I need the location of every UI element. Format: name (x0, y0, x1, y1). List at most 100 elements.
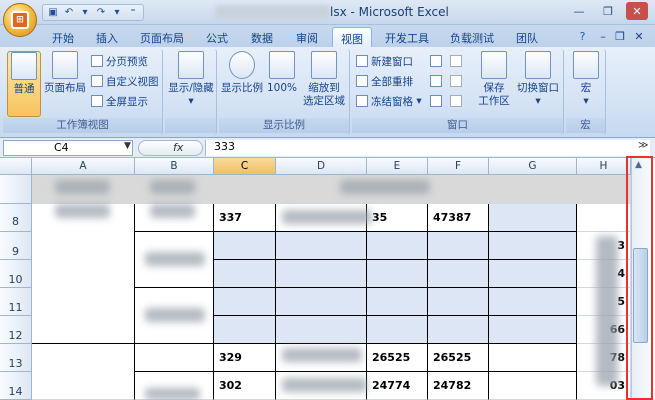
customize-icon[interactable]: ⁼ (126, 6, 140, 19)
tab-page-layout[interactable]: 页面布局 (132, 27, 192, 47)
header-row-band[interactable] (32, 175, 631, 204)
cell-c14[interactable]: 302 (214, 372, 276, 400)
tab-team[interactable]: 团队 (508, 27, 546, 47)
cell-c12[interactable] (214, 316, 276, 344)
cell-e10[interactable] (367, 260, 428, 288)
row-header-12[interactable]: 12 (0, 316, 32, 344)
tab-home[interactable]: 开始 (44, 27, 82, 47)
cell-d11[interactable] (276, 288, 367, 316)
restore-icon[interactable]: ❐ (597, 2, 619, 20)
custom-views-button[interactable]: 自定义视图 (91, 73, 159, 89)
cell-d12[interactable] (276, 316, 367, 344)
cell-d10[interactable] (276, 260, 367, 288)
unhide-window-icon[interactable] (430, 93, 445, 109)
cell-c10[interactable] (214, 260, 276, 288)
cell-c8[interactable]: 337 (214, 204, 276, 232)
save-icon[interactable]: ▣ (46, 6, 60, 19)
cell-g12[interactable] (489, 316, 577, 344)
split-icon[interactable] (430, 53, 445, 69)
column-header-c[interactable]: C (214, 158, 276, 175)
row-header-13[interactable]: 13 (0, 344, 32, 372)
cell-f8[interactable]: 47387 (428, 204, 489, 232)
cell-g10[interactable] (489, 260, 577, 288)
column-header-d[interactable]: D (276, 158, 367, 175)
close-icon[interactable]: ✕ (626, 2, 648, 20)
tab-review[interactable]: 审阅 (288, 27, 326, 47)
freeze-panes-button[interactable]: 冻结窗格 ▾ (356, 93, 422, 109)
tab-developer[interactable]: 开发工具 (378, 27, 436, 47)
tab-view[interactable]: 视图 (332, 27, 372, 47)
cell-g11[interactable] (489, 288, 577, 316)
row-header-14[interactable]: 14 (0, 372, 32, 400)
cell-e14[interactable]: 24774 (367, 372, 428, 400)
help-icon[interactable]: ? (575, 27, 590, 47)
synchronous-scrolling-icon[interactable] (450, 73, 465, 89)
cell-g14[interactable] (489, 372, 577, 400)
tab-insert[interactable]: 插入 (88, 27, 126, 47)
cell-f10[interactable] (428, 260, 489, 288)
office-button[interactable]: ⊞ (3, 3, 37, 37)
ribbon-close-icon[interactable]: ✕ (633, 27, 645, 47)
switch-windows-button[interactable]: 切换窗口 ▾ (514, 51, 562, 108)
ribbon-minimize-icon[interactable]: – (597, 27, 609, 47)
cell-g9[interactable] (489, 232, 577, 260)
column-header-b[interactable]: B (135, 158, 214, 175)
cell-e8[interactable]: 35 (367, 204, 428, 232)
ribbon-restore-icon[interactable]: ❐ (614, 27, 626, 47)
name-box-dropdown-icon[interactable]: ▼ (124, 141, 131, 151)
cell-f13[interactable]: 26525 (428, 344, 489, 372)
full-screen-button[interactable]: 全屏显示 (91, 93, 148, 109)
expand-formula-icon[interactable]: ≫ (638, 140, 648, 151)
column-header-f[interactable]: F (428, 158, 489, 175)
zoom-to-selection-button[interactable]: 缩放到 选定区域 (301, 51, 347, 108)
tab-data[interactable]: 数据 (243, 27, 281, 47)
tab-formulas[interactable]: 公式 (198, 27, 236, 47)
column-header-h[interactable]: H (577, 158, 631, 175)
view-side-by-side-icon[interactable] (450, 53, 465, 69)
formula-input[interactable]: 333 (205, 140, 650, 156)
show-hide-button[interactable]: 显示/隐藏 ▾ (167, 51, 215, 108)
column-header-g[interactable]: G (489, 158, 577, 175)
page-layout-view-button[interactable]: 页面布局 (43, 51, 87, 95)
normal-view-button[interactable]: 普通 (7, 51, 41, 117)
arrange-all-button[interactable]: 全部重排 (356, 73, 413, 89)
zoom-100-button[interactable]: 100% (265, 51, 299, 95)
cell-a8-merged[interactable] (32, 204, 135, 344)
reset-window-position-icon[interactable] (450, 93, 465, 109)
cell-f9[interactable] (428, 232, 489, 260)
cell-f12[interactable] (428, 316, 489, 344)
dropdown-icon[interactable]: ▾ (78, 6, 92, 19)
column-header-a[interactable]: A (32, 158, 135, 175)
new-window-button[interactable]: 新建窗口 (356, 53, 413, 69)
cell-e13[interactable]: 26525 (367, 344, 428, 372)
worksheet-grid[interactable]: A B C D E F G H 8 9 10 11 12 13 14 337 3… (0, 158, 655, 400)
cell-a13-merged[interactable] (32, 344, 135, 400)
row-header-7[interactable] (0, 175, 32, 204)
zoom-button[interactable]: 显示比例 (221, 51, 263, 95)
redo-icon[interactable]: ↷ (94, 6, 108, 19)
row-header-11[interactable]: 11 (0, 288, 32, 316)
cell-c9[interactable] (214, 232, 276, 260)
row-header-9[interactable]: 9 (0, 232, 32, 260)
cell-f14[interactable]: 24782 (428, 372, 489, 400)
insert-function-button[interactable]: fx (138, 140, 203, 156)
cell-d9[interactable] (276, 232, 367, 260)
minimize-icon[interactable]: — (568, 2, 590, 20)
hide-window-icon[interactable] (430, 73, 445, 89)
cell-c11[interactable] (214, 288, 276, 316)
dropdown-icon[interactable]: ▾ (110, 6, 124, 19)
name-box[interactable]: C4 (3, 140, 133, 156)
cell-c13[interactable]: 329 (214, 344, 276, 372)
cell-e9[interactable] (367, 232, 428, 260)
undo-icon[interactable]: ↶ (62, 6, 76, 19)
page-break-preview-button[interactable]: 分页预览 (91, 53, 148, 69)
tab-load-test[interactable]: 负载测试 (442, 27, 502, 47)
row-header-10[interactable]: 10 (0, 260, 32, 288)
cell-b13[interactable] (135, 344, 214, 372)
select-all-corner[interactable] (0, 158, 32, 175)
macros-button[interactable]: 宏 ▾ (570, 51, 602, 108)
cell-f11[interactable] (428, 288, 489, 316)
cell-h8[interactable] (577, 204, 631, 232)
cell-e11[interactable] (367, 288, 428, 316)
cell-g8[interactable] (489, 204, 577, 232)
